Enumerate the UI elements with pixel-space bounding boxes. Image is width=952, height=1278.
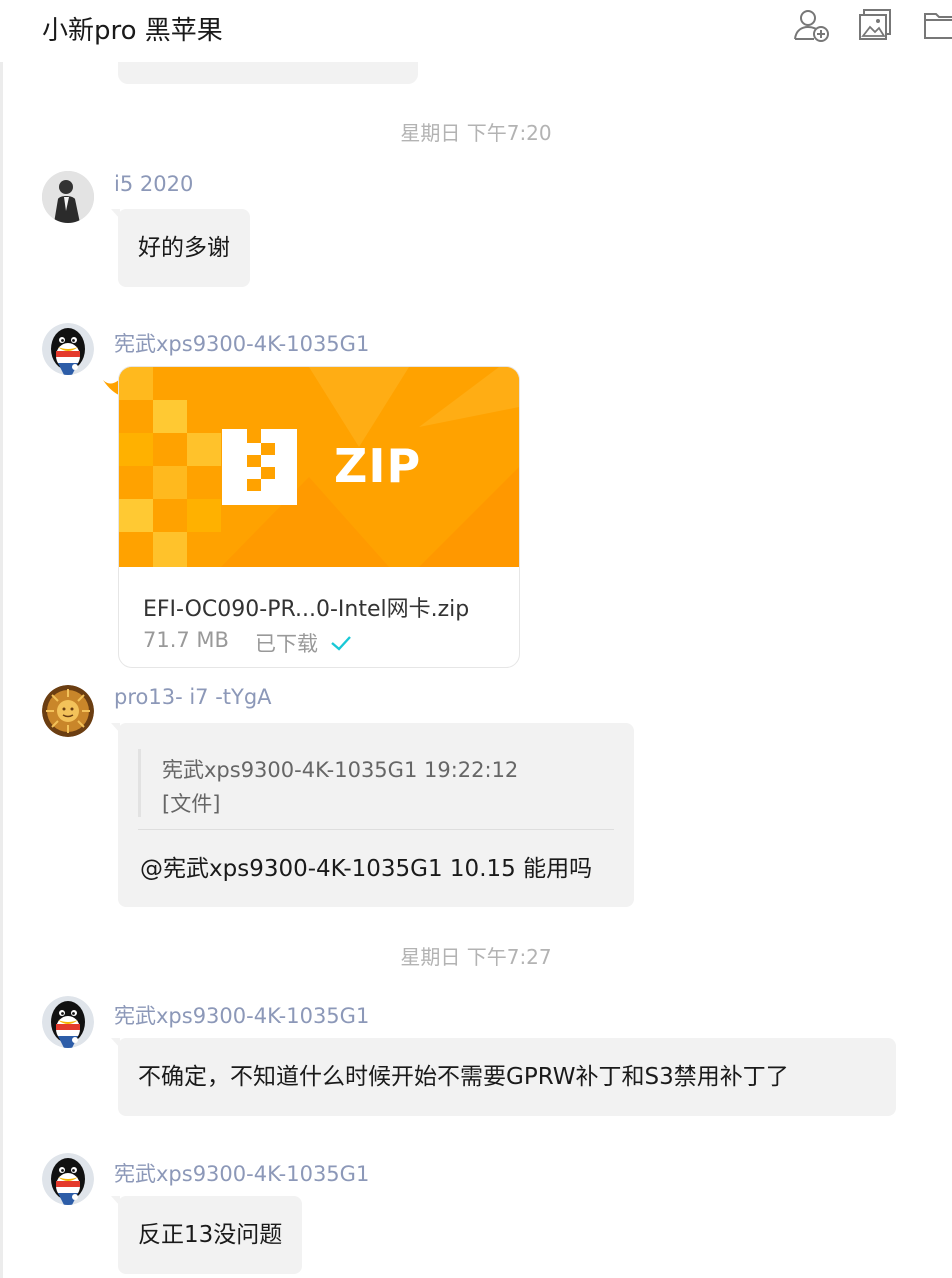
message-bubble[interactable]: 宪武xps9300-4K-1035G1 19:22:12 [文件] @宪武xps…: [111, 723, 634, 907]
quote-bar: [138, 749, 141, 817]
download-status-label: 已下载: [255, 632, 318, 656]
message-bubble[interactable]: 好的多谢: [111, 209, 250, 287]
folder-icon[interactable]: [920, 6, 952, 50]
message-text: 好的多谢: [138, 235, 230, 261]
quoted-message[interactable]: 宪武xps9300-4K-1035G1 19:22:12 [文件]: [162, 753, 518, 821]
check-icon: [329, 633, 353, 658]
file-size: 71.7 MB: [143, 628, 229, 652]
avatar-i5-2020[interactable]: [42, 171, 94, 223]
quote-content: [文件]: [162, 792, 221, 816]
zip-label: ZIP: [334, 439, 422, 493]
timestamp: 星期日 下午7:27: [400, 945, 552, 969]
divider: [138, 829, 614, 830]
bubble-tail: [111, 723, 120, 733]
message-bubble[interactable]: 不确定，不知道什么时候开始不需要GPRW补丁和S3禁用补丁了: [111, 1038, 896, 1116]
timestamp: 星期日 下午7:20: [400, 121, 552, 145]
message-bubble[interactable]: 反正13没问题: [111, 1196, 303, 1274]
image-icon[interactable]: [856, 6, 896, 50]
window-left-edge: [0, 0, 3, 1278]
avatar-penguin[interactable]: [42, 323, 94, 375]
avatar-penguin[interactable]: [42, 1153, 94, 1205]
bubble-tail: [111, 1196, 120, 1206]
download-status: 已下载: [255, 628, 353, 658]
sender-name: pro13- i7 -tYgA: [114, 685, 272, 709]
add-member-icon[interactable]: [792, 6, 832, 50]
quote-header: 宪武xps9300-4K-1035G1 19:22:12: [162, 758, 519, 782]
bubble-tail: [111, 1038, 120, 1048]
chat-title: 小新pro 黑苹果: [42, 16, 223, 46]
file-message-card[interactable]: ZIP EFI-OC090-PR...0-Intel网卡.zip 71.7 MB…: [118, 366, 520, 668]
sender-name: i5 2020: [114, 172, 194, 196]
sender-name: 宪武xps9300-4K-1035G1: [114, 332, 370, 356]
message-text: 不确定，不知道什么时候开始不需要GPRW补丁和S3禁用补丁了: [138, 1064, 789, 1090]
sender-name: 宪武xps9300-4K-1035G1: [114, 1004, 370, 1028]
avatar-sun[interactable]: [42, 685, 94, 737]
sender-name: 宪武xps9300-4K-1035G1: [114, 1162, 370, 1186]
chat-header: 小新pro 黑苹果: [0, 0, 952, 62]
zip-file-thumbnail: ZIP: [119, 367, 519, 567]
previous-message-bubble: [118, 62, 418, 84]
avatar-penguin[interactable]: [42, 996, 94, 1048]
bubble-tail: [111, 209, 120, 219]
message-text: 反正13没问题: [138, 1222, 283, 1248]
file-name: EFI-OC090-PR...0-Intel网卡.zip: [143, 597, 470, 622]
message-text: @宪武xps9300-4K-1035G1 10.15 能用吗: [140, 856, 593, 882]
